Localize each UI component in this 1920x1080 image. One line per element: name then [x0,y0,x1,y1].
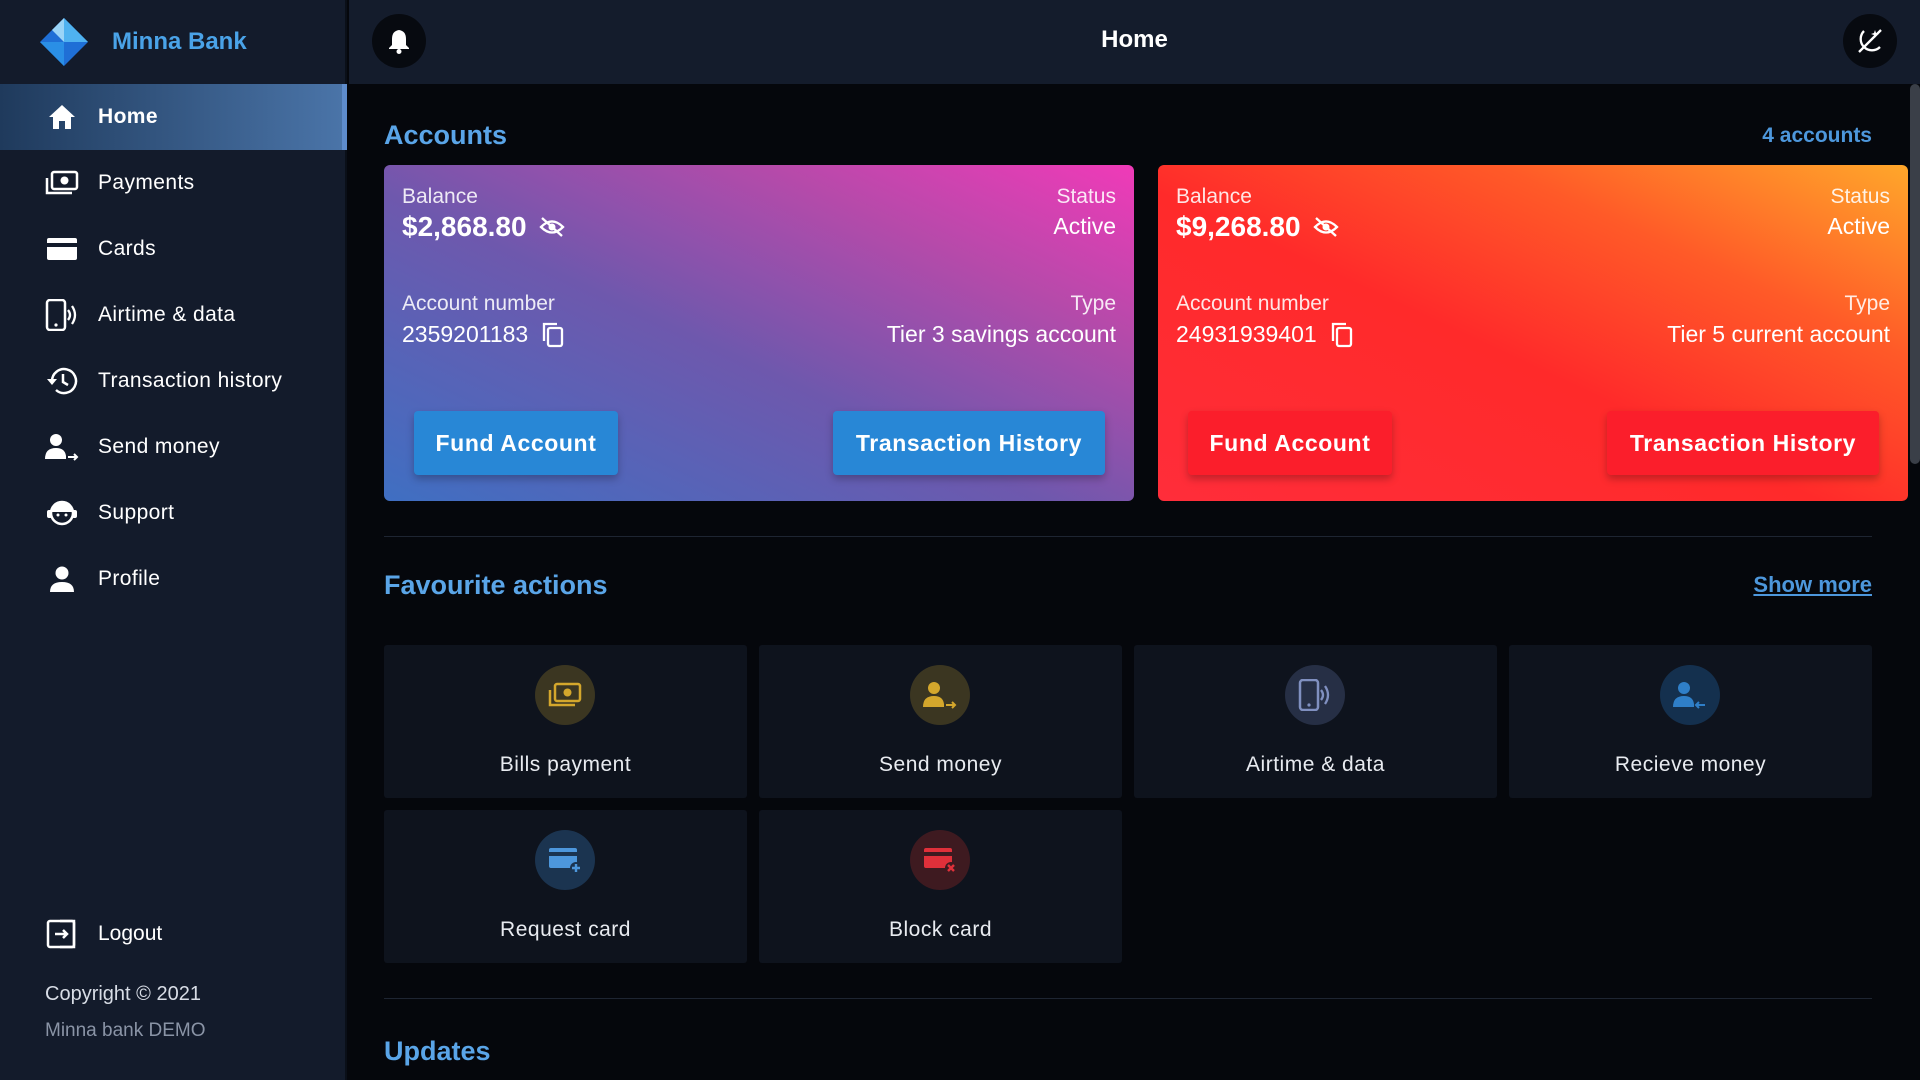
copyright-text: Copyright © 2021 [45,983,201,1005]
account-number-label: Account number [1176,292,1329,315]
fav-bills-payment[interactable]: Bills payment [384,645,747,798]
receive-money-icon [1660,665,1720,725]
logout-button[interactable]: Logout [44,918,162,950]
home-icon [44,101,80,133]
sidebar-item-cards[interactable]: Cards [0,216,347,282]
section-divider [384,536,1872,537]
transaction-history-button[interactable]: Transaction History [1607,411,1879,475]
sidebar-item-support[interactable]: Support [0,480,347,546]
status-value: Active [1053,213,1116,239]
sidebar-item-payments[interactable]: Payments [0,150,347,216]
sidebar-item-send-money[interactable]: Send money [0,414,347,480]
account-number: 2359201183 [402,321,564,348]
fav-airtime-data[interactable]: Airtime & data [1134,645,1497,798]
eye-off-icon[interactable] [538,216,565,238]
show-more-link[interactable]: Show more [1753,572,1872,598]
balance-label: Balance [402,185,478,208]
top-bar: Home [349,0,1920,84]
account-number-value: 24931939401 [1176,321,1317,347]
account-number-label: Account number [402,292,555,315]
logout-icon [44,918,80,950]
fav-receive-money[interactable]: Recieve money [1509,645,1872,798]
favourites-title: Favourite actions [384,570,608,600]
account-number: 24931939401 [1176,321,1353,348]
status-label: Status [1830,185,1890,208]
sidebar-item-label: Airtime & data [98,303,236,326]
account-card: Balance $2,868.80 Status Active Account … [384,165,1134,501]
fav-label: Recieve money [1614,753,1767,776]
block-card-icon [910,830,970,890]
sidebar: Minna Bank Home Payments Cards Airtime &… [0,0,347,1080]
brand-logo[interactable]: Minna Bank [38,16,247,68]
balance-value: $2,868.80 [402,211,565,243]
fav-request-card[interactable]: Request card [384,810,747,963]
fav-send-money[interactable]: Send money [759,645,1122,798]
type-value: Tier 5 current account [1667,321,1890,347]
copy-icon[interactable] [1331,322,1353,348]
balance-value: $9,268.80 [1176,211,1339,243]
updates-title: Updates [384,1036,491,1066]
type-value: Tier 3 savings account [886,321,1116,347]
profile-icon [44,563,80,595]
balance-amount: $9,268.80 [1176,211,1301,242]
sidebar-item-label: Home [98,105,158,128]
logout-label: Logout [98,922,163,945]
accounts-title: Accounts [384,120,508,150]
type-label: Type [1070,292,1116,315]
type-label: Type [1844,292,1890,315]
theme-toggle-button[interactable] [1843,14,1897,68]
balance-label: Balance [1176,185,1252,208]
eye-off-icon[interactable] [1312,216,1339,238]
payments-icon [44,167,80,199]
sidebar-item-airtime[interactable]: Airtime & data [0,282,347,348]
accounts-count[interactable]: 4 accounts [1762,124,1872,148]
balance-amount: $2,868.80 [402,211,527,242]
account-card: Balance $9,268.80 Status Active Account … [1158,165,1908,501]
sidebar-item-transaction-history[interactable]: Transaction history [0,348,347,414]
fund-account-button[interactable]: Fund Account [414,411,618,475]
sidebar-item-profile[interactable]: Profile [0,546,347,612]
sidebar-item-label: Cards [98,237,157,260]
fund-account-button[interactable]: Fund Account [1188,411,1392,475]
account-number-value: 2359201183 [402,321,529,347]
brand-name: Minna Bank [112,28,247,55]
fav-label: Send money [879,753,1002,776]
status-label: Status [1056,185,1116,208]
copy-icon[interactable] [542,322,564,348]
sidebar-item-home[interactable]: Home [0,84,347,150]
theme-toggle-icon [1858,29,1882,53]
bills-icon [535,665,595,725]
card-icon [44,233,80,265]
sidebar-item-label: Profile [98,567,161,590]
section-divider [384,998,1872,999]
demo-label: Minna bank DEMO [45,1020,206,1041]
send-money-icon [910,665,970,725]
sidebar-item-label: Transaction history [98,369,283,392]
transaction-history-button[interactable]: Transaction History [833,411,1105,475]
page-title: Home [1101,26,1168,53]
status-value: Active [1827,213,1890,239]
phone-signal-icon [1285,665,1345,725]
sidebar-nav: Home Payments Cards Airtime & data Trans… [0,84,347,612]
send-money-icon [44,431,80,463]
add-card-icon [535,830,595,890]
logo-icon [40,18,88,66]
fav-label: Block card [888,918,993,941]
scrollbar[interactable] [1910,84,1920,464]
fav-label: Request card [500,918,631,941]
fav-label: Airtime & data [1246,753,1385,776]
sidebar-item-label: Send money [98,435,220,458]
phone-signal-icon [44,299,80,331]
history-icon [44,365,80,397]
support-icon [44,497,80,529]
fav-block-card[interactable]: Block card [759,810,1122,963]
sidebar-item-label: Payments [98,171,195,194]
sidebar-item-label: Support [98,501,175,524]
fav-label: Bills payment [499,753,632,776]
